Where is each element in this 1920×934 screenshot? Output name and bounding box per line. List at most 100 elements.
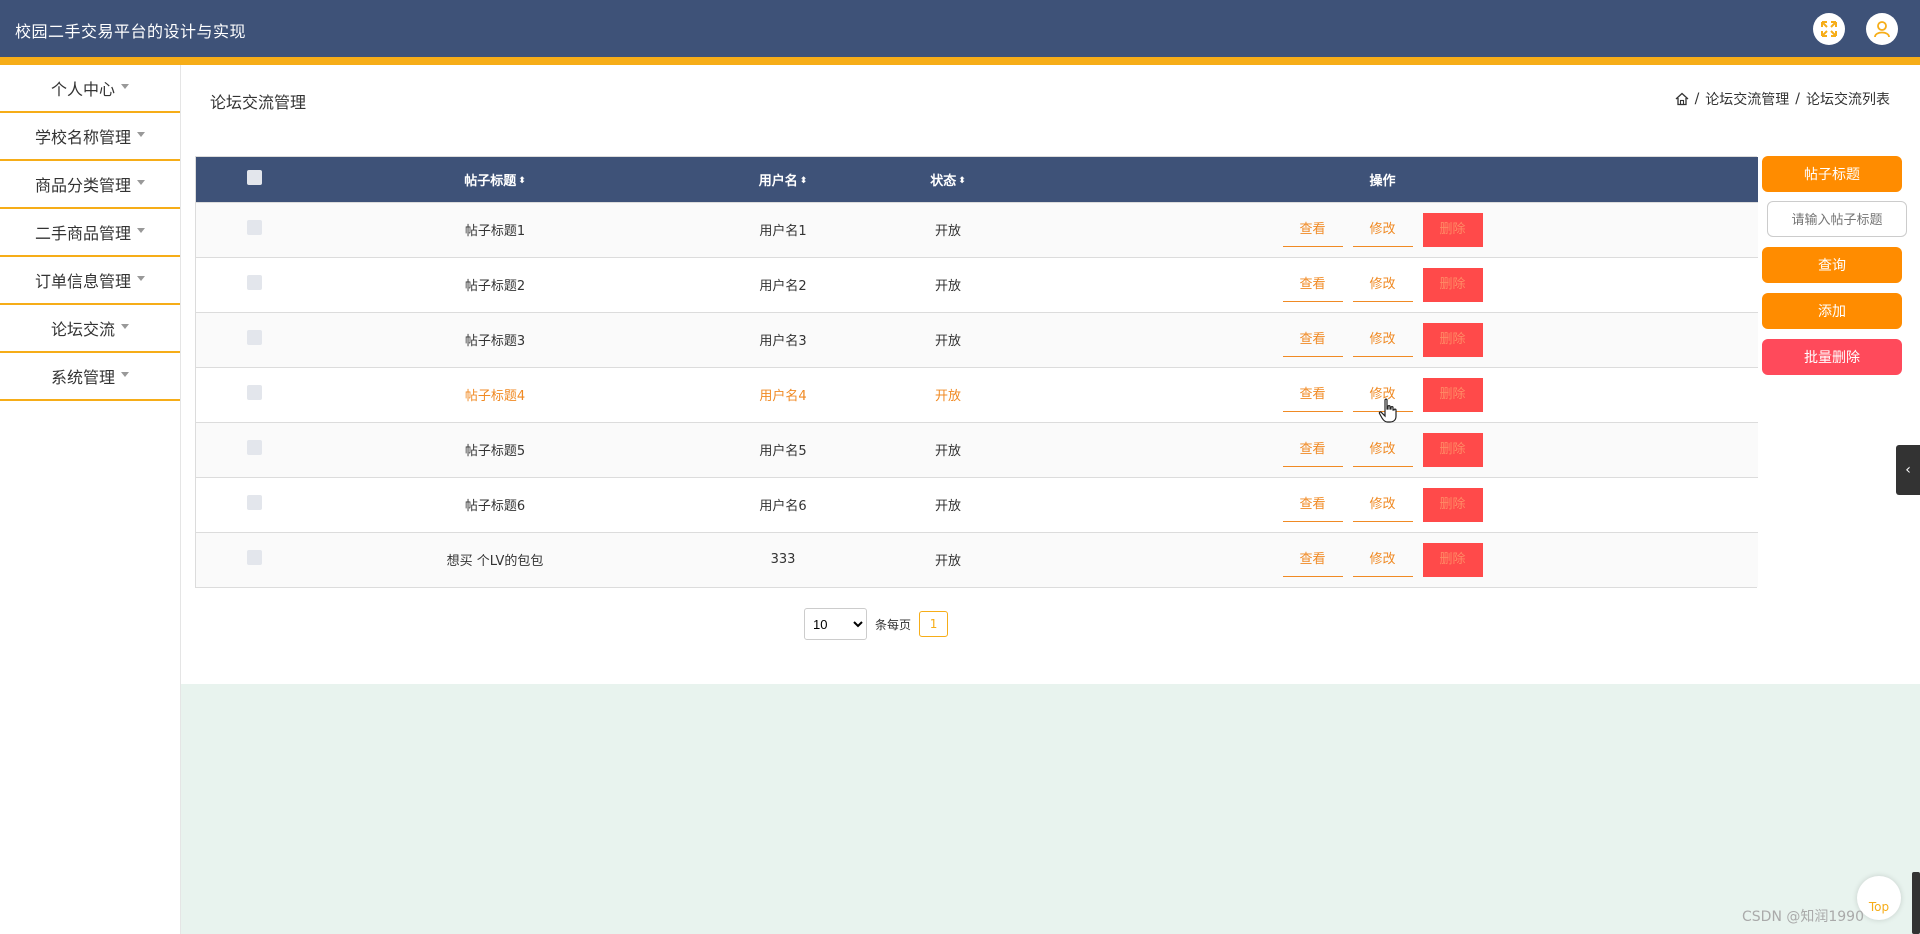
user-avatar-button[interactable] <box>1866 13 1898 45</box>
column-status-label: 状态 <box>930 173 957 189</box>
row-checkbox[interactable] <box>247 220 262 235</box>
column-title-label: 帖子标题 <box>464 173 517 189</box>
breadcrumb-forum-management[interactable]: 论坛交流管理 <box>1705 89 1789 109</box>
cell-status: 开放 <box>934 389 961 404</box>
scrollbar-handle[interactable] <box>1912 872 1920 934</box>
delete-button[interactable]: 删除 <box>1422 432 1483 467</box>
cell-status: 开放 <box>934 279 961 294</box>
view-button[interactable]: 查看 <box>1282 433 1343 467</box>
column-header-status[interactable]: 状态 ⬍ <box>889 157 1007 202</box>
row-checkbox[interactable] <box>247 330 262 345</box>
cell-username: 用户名5 <box>759 444 807 459</box>
edit-button[interactable]: 修改 <box>1352 543 1413 577</box>
sidebar-item-orders[interactable]: 订单信息管理 <box>0 257 180 305</box>
collapse-panel-toggle[interactable]: ‹ <box>1896 445 1920 495</box>
sidebar-item-product-categories[interactable]: 商品分类管理 <box>0 161 180 209</box>
sidebar-item-label: 学校名称管理 <box>34 128 131 147</box>
row-actions: 查看 修改 删除 <box>1007 487 1758 522</box>
pagination: 10 条每页 1 <box>804 608 949 640</box>
batch-delete-button[interactable]: 批量删除 <box>1762 339 1902 375</box>
delete-button[interactable]: 删除 <box>1422 377 1483 412</box>
add-button[interactable]: 添加 <box>1762 293 1902 329</box>
search-field-label-button[interactable]: 帖子标题 <box>1762 156 1902 192</box>
column-username-label: 用户名 <box>758 173 798 189</box>
query-button[interactable]: 查询 <box>1762 247 1902 283</box>
hand-cursor-icon <box>1378 398 1397 423</box>
row-actions: 查看 修改 删除 <box>1007 322 1758 357</box>
row-checkbox[interactable] <box>247 440 262 455</box>
row-checkbox[interactable] <box>247 275 262 290</box>
view-button[interactable]: 查看 <box>1282 213 1343 247</box>
sidebar-item-label: 个人中心 <box>50 80 115 99</box>
cell-username: 用户名6 <box>759 499 807 514</box>
sidebar-item-label: 二手商品管理 <box>34 224 131 243</box>
view-button[interactable]: 查看 <box>1282 488 1343 522</box>
expand-icon <box>1821 21 1837 37</box>
table-header-row: 帖子标题 ⬍ 用户名 ⬍ 状态 ⬍ 操作 <box>196 157 1758 202</box>
cell-username: 用户名3 <box>759 334 807 349</box>
table-row: 想买 个LV的包包 333 开放 查看 修改 删除 <box>196 532 1758 587</box>
sidebar-item-system[interactable]: 系统管理 <box>0 353 180 401</box>
sidebar-item-secondhand-goods[interactable]: 二手商品管理 <box>0 209 180 257</box>
cell-status: 开放 <box>934 554 961 570</box>
cell-title: 帖子标题5 <box>464 444 526 459</box>
column-header-title[interactable]: 帖子标题 ⬍ <box>313 157 677 202</box>
delete-button[interactable]: 删除 <box>1422 212 1483 247</box>
page-number-button[interactable]: 1 <box>919 611 949 637</box>
table-row: 帖子标题1 用户名1 开放 查看 修改 删除 <box>196 202 1758 257</box>
table-row: 帖子标题4 用户名4 开放 查看 修改 删除 <box>196 367 1758 422</box>
row-actions: 查看 修改 删除 <box>1007 212 1758 247</box>
page-size-select[interactable]: 10 <box>804 608 867 640</box>
delete-button[interactable]: 删除 <box>1422 267 1483 302</box>
edit-button[interactable]: 修改 <box>1352 488 1413 522</box>
table-row: 帖子标题2 用户名2 开放 查看 修改 删除 <box>196 257 1758 312</box>
breadcrumb-separator: / <box>1694 91 1700 107</box>
row-checkbox[interactable] <box>247 495 262 510</box>
cell-username: 用户名2 <box>759 279 807 294</box>
edit-button[interactable]: 修改 <box>1352 323 1413 357</box>
breadcrumb-separator: / <box>1795 91 1800 107</box>
view-button[interactable]: 查看 <box>1282 268 1343 302</box>
chevron-down-icon <box>121 371 129 377</box>
cell-title: 帖子标题3 <box>464 334 526 349</box>
chevron-down-icon <box>137 275 145 281</box>
search-title-input[interactable] <box>1767 201 1907 237</box>
chevron-down-icon <box>137 227 145 233</box>
delete-button[interactable]: 删除 <box>1422 322 1483 357</box>
table-row: 帖子标题6 用户名6 开放 查看 修改 删除 <box>196 477 1758 532</box>
app-title: 校园二手交易平台的设计与实现 <box>15 22 247 41</box>
view-button[interactable]: 查看 <box>1282 378 1343 412</box>
edit-button[interactable]: 修改 <box>1352 268 1413 302</box>
top-header: 校园二手交易平台的设计与实现 <box>0 0 1920 57</box>
fullscreen-button[interactable] <box>1813 13 1845 45</box>
table-row: 帖子标题3 用户名3 开放 查看 修改 删除 <box>196 312 1758 367</box>
home-icon[interactable] <box>1675 92 1689 106</box>
delete-button[interactable]: 删除 <box>1422 542 1483 577</box>
page-title: 论坛交流管理 <box>210 93 307 112</box>
edit-button[interactable]: 修改 <box>1352 213 1413 247</box>
delete-button[interactable]: 删除 <box>1422 487 1483 522</box>
sort-icon[interactable]: ⬍ <box>518 176 526 186</box>
footer-area <box>181 684 1920 934</box>
edit-button[interactable]: 修改 <box>1352 433 1413 467</box>
sort-icon[interactable]: ⬍ <box>958 176 966 186</box>
cell-username: 用户名1 <box>759 224 807 239</box>
breadcrumb: / 论坛交流管理 / 论坛交流列表 <box>1675 89 1890 109</box>
sidebar-item-personal-center[interactable]: 个人中心 <box>0 65 180 113</box>
sidebar-item-label: 系统管理 <box>50 368 115 387</box>
row-actions: 查看 修改 删除 <box>1007 267 1758 302</box>
cell-title: 帖子标题2 <box>464 279 526 294</box>
select-all-checkbox[interactable] <box>247 169 262 185</box>
sidebar-item-forum[interactable]: 论坛交流 <box>0 305 180 353</box>
sidebar-item-label: 论坛交流 <box>50 320 115 339</box>
sidebar-item-school-names[interactable]: 学校名称管理 <box>0 113 180 161</box>
row-checkbox[interactable] <box>247 550 262 566</box>
column-header-username[interactable]: 用户名 ⬍ <box>677 157 889 202</box>
chevron-down-icon <box>137 131 145 137</box>
sort-icon[interactable]: ⬍ <box>800 176 808 186</box>
view-button[interactable]: 查看 <box>1282 543 1343 577</box>
sidebar-item-label: 订单信息管理 <box>34 272 131 291</box>
row-checkbox[interactable] <box>247 385 262 400</box>
view-button[interactable]: 查看 <box>1282 323 1343 357</box>
back-to-top-label: Top <box>1868 900 1890 914</box>
